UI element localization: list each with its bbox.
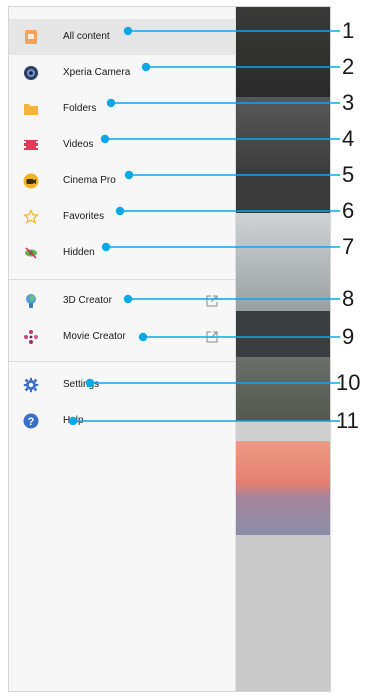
svg-text:?: ? bbox=[28, 416, 35, 428]
gallery-thumbnails bbox=[235, 7, 330, 691]
callout-number: 8 bbox=[342, 286, 355, 311]
folder-icon bbox=[23, 101, 39, 117]
photo-thumbnail[interactable] bbox=[235, 7, 330, 97]
callout-number: 4 bbox=[342, 126, 355, 151]
3d-creator-icon bbox=[23, 293, 39, 309]
menu-item-label: Hidden bbox=[63, 247, 95, 258]
callout-number: 3 bbox=[342, 90, 355, 115]
photo-thumbnail[interactable] bbox=[235, 213, 330, 311]
external-link-icon bbox=[205, 330, 219, 344]
callout-number: 1 bbox=[342, 18, 355, 43]
gear-icon bbox=[23, 377, 39, 393]
menu-item-cinema-pro[interactable]: Cinema Pro bbox=[9, 163, 235, 199]
menu-item-label: Favorites bbox=[63, 211, 105, 222]
menu-item-xperia-camera[interactable]: Xperia Camera bbox=[9, 55, 235, 91]
menu-item-label: Settings bbox=[63, 379, 100, 390]
film-icon bbox=[23, 137, 39, 153]
menu-item-label: Help bbox=[63, 415, 84, 426]
help-icon: ? bbox=[23, 413, 39, 429]
xperia-camera-icon bbox=[23, 65, 39, 81]
photo-thumbnail[interactable] bbox=[235, 357, 330, 421]
callout-number: 2 bbox=[342, 54, 355, 79]
menu-divider bbox=[9, 361, 235, 362]
menu-item-settings[interactable]: Settings bbox=[9, 367, 235, 403]
external-link-icon bbox=[205, 294, 219, 308]
photo-thumbnail[interactable] bbox=[235, 441, 330, 535]
menu-item-label: Cinema Pro bbox=[63, 175, 116, 186]
menu-item-label: Xperia Camera bbox=[63, 67, 131, 78]
menu-item-movie-creator[interactable]: Movie Creator bbox=[9, 319, 235, 355]
star-icon bbox=[23, 209, 39, 225]
photo-thumbnail[interactable] bbox=[235, 97, 330, 169]
menu-item-3d-creator[interactable]: 3D Creator bbox=[9, 283, 235, 319]
menu-divider bbox=[9, 279, 235, 280]
cinema-pro-icon bbox=[23, 173, 39, 189]
menu-item-label: 3D Creator bbox=[63, 295, 112, 306]
photo-thumbnail[interactable] bbox=[235, 169, 330, 213]
menu-item-hidden[interactable]: Hidden bbox=[9, 235, 235, 271]
callout-number: 7 bbox=[342, 234, 355, 259]
navigation-drawer: All content Xperia Camera Folders Videos bbox=[9, 7, 236, 691]
menu-item-help[interactable]: ? Help bbox=[9, 403, 235, 439]
callout-number: 10 bbox=[336, 370, 361, 395]
menu-item-label: All content bbox=[63, 31, 110, 42]
all-content-icon bbox=[23, 29, 39, 45]
callout-number: 5 bbox=[342, 162, 355, 187]
menu-item-label: Folders bbox=[63, 103, 97, 114]
menu-item-folders[interactable]: Folders bbox=[9, 91, 235, 127]
phone-screen: All content Xperia Camera Folders Videos bbox=[8, 6, 331, 692]
callout-number: 6 bbox=[342, 198, 355, 223]
callout-number: 9 bbox=[342, 324, 355, 349]
photo-thumbnail[interactable] bbox=[235, 311, 330, 357]
movie-creator-icon bbox=[23, 329, 39, 345]
menu-item-all-content[interactable]: All content bbox=[9, 19, 235, 55]
menu-item-favorites[interactable]: Favorites bbox=[9, 199, 235, 235]
callout-number: 11 bbox=[336, 408, 359, 433]
photo-thumbnail[interactable] bbox=[235, 421, 330, 441]
menu-item-label: Videos bbox=[63, 139, 94, 150]
menu-item-label: Movie Creator bbox=[63, 331, 126, 342]
menu-item-videos[interactable]: Videos bbox=[9, 127, 235, 163]
hidden-eye-icon bbox=[23, 245, 39, 261]
